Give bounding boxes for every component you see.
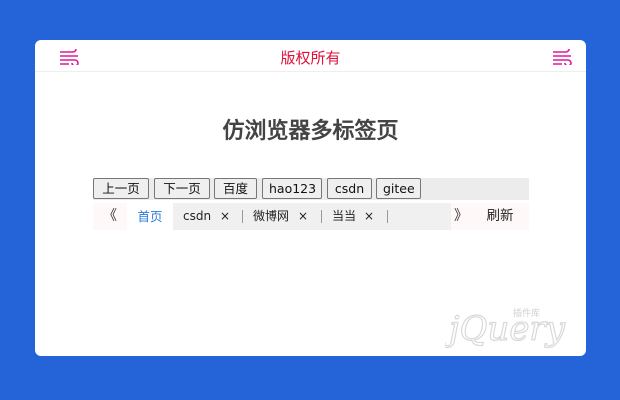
baidu-button[interactable]: 百度 xyxy=(214,178,257,199)
tab-home[interactable]: 首页 xyxy=(127,203,173,230)
tab-weibo[interactable]: 微博网 xyxy=(253,203,289,230)
tab-dangdang[interactable]: 当当 xyxy=(332,203,356,230)
close-icon[interactable]: × xyxy=(298,203,308,230)
gitee-button[interactable]: gitee xyxy=(376,178,421,199)
tab-separator xyxy=(242,210,243,223)
watermark-subtext: 插件库 xyxy=(513,307,540,319)
tab-separator xyxy=(387,210,388,223)
watermark-text: jQuery xyxy=(445,309,566,349)
next-page-button[interactable]: 下一页 xyxy=(154,178,210,199)
tab-bar: 《 首页 csdn × 微博网 × 当当 × 》 刷新 xyxy=(93,203,529,230)
tab-label: 当当 xyxy=(332,209,357,223)
scroll-left-arrow[interactable]: 《 xyxy=(93,203,127,230)
scroll-right-arrow[interactable]: 》 xyxy=(451,203,471,230)
wind-icon[interactable] xyxy=(552,49,574,65)
button-row: 上一页 下一页 百度 hao123 csdn gitee xyxy=(93,178,529,200)
refresh-button[interactable]: 刷新 xyxy=(471,203,529,230)
close-icon[interactable]: × xyxy=(220,203,230,230)
tab-csdn[interactable]: csdn xyxy=(183,203,211,230)
csdn-button[interactable]: csdn xyxy=(327,178,372,199)
close-icon[interactable]: × xyxy=(364,203,374,230)
header-title: 版权所有 xyxy=(280,49,341,67)
header-bar: 版权所有 xyxy=(35,40,586,72)
main-card: 版权所有 仿浏览器多标签页 上一页 下一页 百度 hao123 csdn git… xyxy=(35,40,586,356)
tab-separator xyxy=(321,210,322,223)
prev-page-button[interactable]: 上一页 xyxy=(93,178,149,199)
tab-label: 微博网 xyxy=(253,209,290,223)
hao123-button[interactable]: hao123 xyxy=(262,178,322,199)
tab-label: csdn xyxy=(183,209,212,223)
jquery-watermark-logo: jQuery 插件库 xyxy=(445,307,566,350)
page-title: 仿浏览器多标签页 xyxy=(222,119,399,144)
